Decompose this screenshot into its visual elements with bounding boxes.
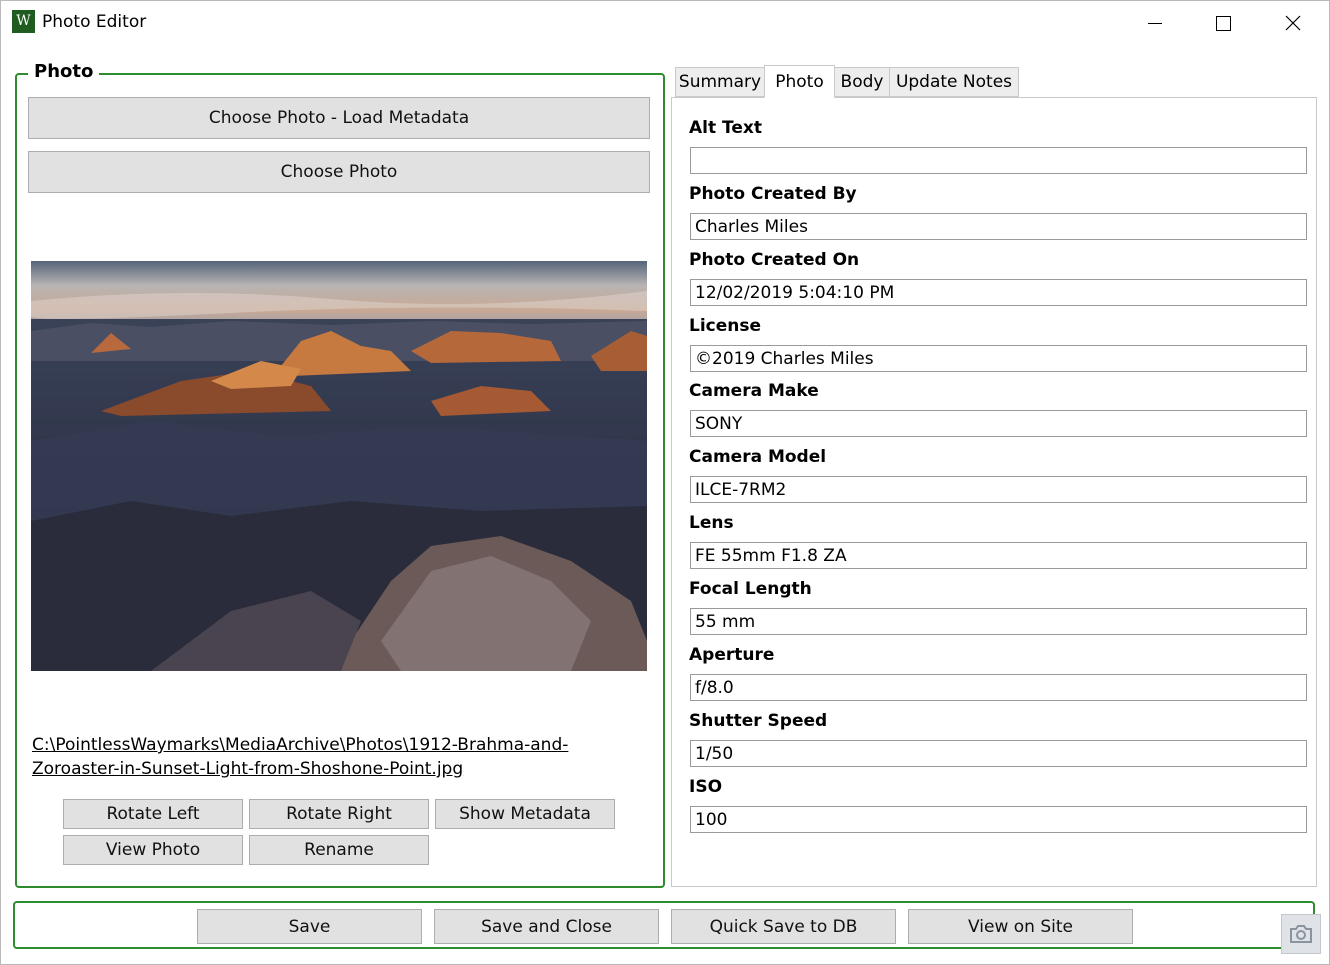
- screenshot-button[interactable]: [1281, 914, 1321, 954]
- maximize-button[interactable]: [1188, 0, 1258, 46]
- focal-length-input[interactable]: 55 mm: [690, 608, 1307, 635]
- iso-label: ISO: [689, 777, 723, 797]
- tab-summary[interactable]: Summary: [675, 67, 765, 97]
- photo-created-on-label: Photo Created On: [689, 250, 860, 270]
- alt-text-input[interactable]: [690, 147, 1307, 174]
- title-bar: W Photo Editor: [0, 0, 1330, 46]
- window-title: Photo Editor: [42, 12, 147, 32]
- license-input[interactable]: ©2019 Charles Miles: [690, 345, 1307, 372]
- aperture-label: Aperture: [689, 645, 775, 665]
- lens-input[interactable]: FE 55mm F1.8 ZA: [690, 542, 1307, 569]
- license-label: License: [689, 316, 762, 336]
- alt-text-label: Alt Text: [689, 118, 762, 138]
- minimize-button[interactable]: [1120, 0, 1190, 46]
- rotate-right-button[interactable]: Rotate Right: [249, 799, 429, 829]
- photo-preview: [31, 261, 647, 671]
- app-icon: W: [12, 10, 35, 33]
- save-button[interactable]: Save: [197, 909, 422, 944]
- camera-make-input[interactable]: SONY: [690, 410, 1307, 437]
- minimize-icon: [1148, 22, 1162, 24]
- save-and-close-button[interactable]: Save and Close: [434, 909, 659, 944]
- camera-make-label: Camera Make: [689, 381, 819, 401]
- rotate-left-button[interactable]: Rotate Left: [63, 799, 243, 829]
- camera-icon: [1290, 925, 1312, 943]
- show-metadata-button[interactable]: Show Metadata: [435, 799, 615, 829]
- quick-save-to-db-button[interactable]: Quick Save to DB: [671, 909, 896, 944]
- camera-model-input[interactable]: ILCE-7RM2: [690, 476, 1307, 503]
- iso-input[interactable]: 100: [690, 806, 1307, 833]
- rename-button[interactable]: Rename: [249, 835, 429, 865]
- close-icon: [1285, 15, 1301, 31]
- lens-label: Lens: [689, 513, 734, 533]
- shutter-speed-input[interactable]: 1/50: [690, 740, 1307, 767]
- focal-length-label: Focal Length: [689, 579, 812, 599]
- tab-body[interactable]: Body: [834, 67, 890, 97]
- photo-group-legend: Photo: [28, 61, 100, 82]
- maximize-icon: [1215, 15, 1231, 31]
- photo-file-path-link[interactable]: C:\PointlessWaymarks\MediaArchive\Photos…: [32, 733, 652, 781]
- photo-created-by-input[interactable]: Charles Miles: [690, 213, 1307, 240]
- photo-created-on-input[interactable]: 12/02/2019 5:04:10 PM: [690, 279, 1307, 306]
- choose-photo-load-metadata-button[interactable]: Choose Photo - Load Metadata: [28, 97, 650, 139]
- shutter-speed-label: Shutter Speed: [689, 711, 828, 731]
- close-button[interactable]: [1258, 0, 1328, 46]
- tab-update-notes[interactable]: Update Notes: [889, 67, 1019, 97]
- tab-photo[interactable]: Photo: [764, 65, 835, 98]
- aperture-input[interactable]: f/8.0: [690, 674, 1307, 701]
- view-on-site-button[interactable]: View on Site: [908, 909, 1133, 944]
- view-photo-button[interactable]: View Photo: [63, 835, 243, 865]
- choose-photo-button[interactable]: Choose Photo: [28, 151, 650, 193]
- photo-created-by-label: Photo Created By: [689, 184, 857, 204]
- camera-model-label: Camera Model: [689, 447, 827, 467]
